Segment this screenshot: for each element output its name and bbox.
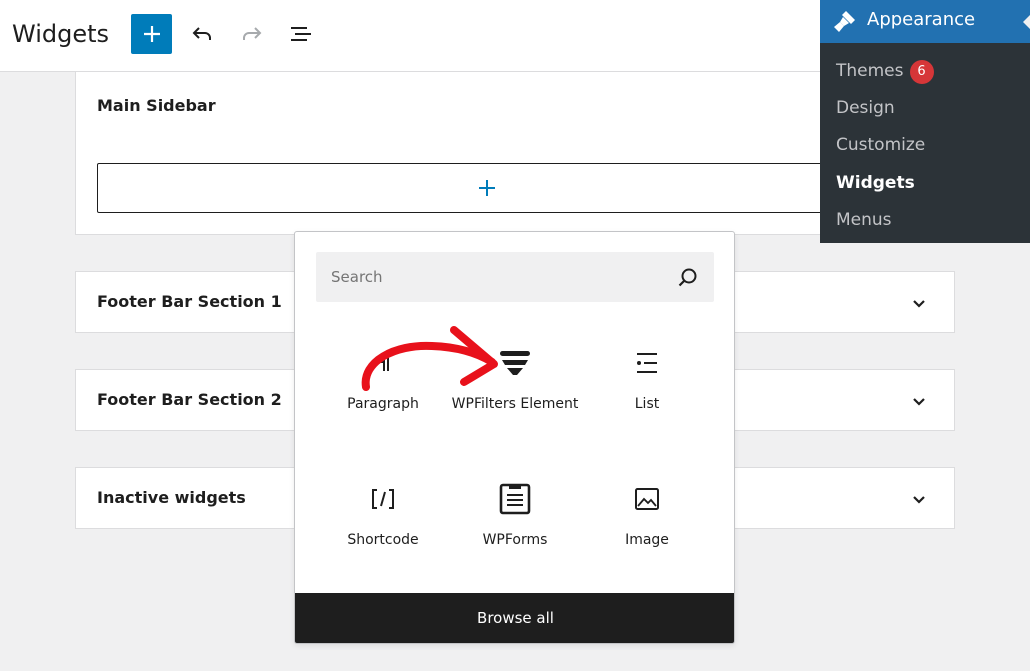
block-item-shortcode[interactable]: Shortcode: [317, 482, 449, 592]
list-view-icon: [291, 27, 311, 41]
browse-all-button[interactable]: Browse all: [295, 593, 734, 643]
widget-area-title: Inactive widgets: [97, 488, 246, 507]
admin-menu-heading[interactable]: Appearance: [820, 0, 1030, 43]
search-icon: [678, 268, 697, 287]
block-item-paragraph[interactable]: Paragraph: [317, 346, 449, 456]
admin-menu-item-customize[interactable]: Customize: [836, 135, 925, 155]
block-item-image[interactable]: Image: [581, 482, 713, 592]
chevron-down-icon[interactable]: [910, 392, 928, 410]
block-item-wpfilters-element[interactable]: WPFilters Element: [449, 346, 581, 456]
block-item-label: WPForms: [482, 532, 548, 548]
admin-menu-item-menus[interactable]: Menus: [836, 210, 892, 230]
chevron-down-icon[interactable]: [910, 490, 928, 508]
wpforms-icon: [498, 482, 532, 516]
admin-menu-item-label: Themes: [836, 61, 904, 81]
admin-menu-item-label: Design: [836, 98, 895, 118]
plus-icon: [143, 26, 160, 42]
menu-pointer: [1023, 14, 1030, 30]
block-appender-button[interactable]: [97, 163, 877, 213]
redo-button[interactable]: [238, 20, 266, 48]
widget-area-title: Footer Bar Section 1: [97, 292, 282, 311]
admin-menu-item-widgets[interactable]: Widgets: [836, 173, 915, 193]
admin-menu-item-label: Customize: [836, 135, 926, 155]
undo-icon: [192, 27, 211, 40]
admin-menu-item-label: Widgets: [836, 173, 915, 193]
paragraph-icon: [366, 346, 400, 380]
admin-menu-appearance: Appearance Themes 6 Design Customize Widg…: [820, 0, 1030, 243]
block-item-label: Paragraph: [347, 396, 419, 412]
wpfilters-icon: [498, 346, 532, 380]
block-item-label: WPFilters Element: [451, 396, 579, 412]
list-icon: [630, 346, 664, 380]
add-block-button[interactable]: [131, 14, 172, 54]
block-item-label: List: [634, 396, 660, 412]
block-search-input[interactable]: [316, 252, 714, 302]
list-view-button[interactable]: [288, 20, 316, 48]
chevron-down-icon[interactable]: [910, 294, 928, 312]
plus-icon: [479, 180, 495, 196]
block-item-list[interactable]: List: [581, 346, 713, 456]
block-item-label: Shortcode: [347, 532, 419, 548]
block-inserter-popover: Paragraph WPFilters Element List: [294, 231, 735, 644]
admin-menu-item-themes[interactable]: Themes 6: [836, 60, 934, 84]
widget-area-title: Footer Bar Section 2: [97, 390, 282, 409]
block-item-wpforms[interactable]: WPForms: [449, 482, 581, 592]
block-item-label: Image: [625, 532, 669, 548]
shortcode-icon: [366, 482, 400, 516]
update-count-badge: 6: [909, 60, 934, 84]
page-title: Widgets: [12, 20, 110, 48]
widget-area-title: Main Sidebar: [97, 96, 216, 115]
admin-menu-item-label: Menus: [836, 210, 892, 230]
paintbrush-icon: [834, 11, 855, 32]
redo-icon: [243, 27, 262, 40]
image-icon: [630, 482, 664, 516]
undo-button[interactable]: [188, 20, 216, 48]
admin-menu-heading-label: Appearance: [867, 9, 976, 30]
admin-menu-item-design[interactable]: Design: [836, 98, 895, 118]
